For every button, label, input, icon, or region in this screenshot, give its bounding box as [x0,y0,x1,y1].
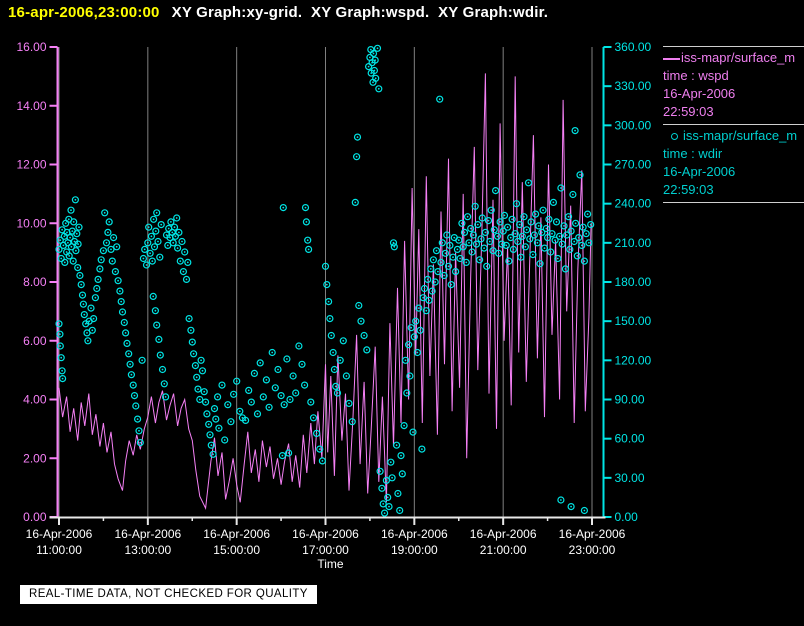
legend: iss-mapr/surface_m time : wspd 16-Apr-20… [663,46,804,203]
svg-text:12.00: 12.00 [16,158,46,172]
svg-text:300.00: 300.00 [615,118,652,132]
wdir-circle-marker-icon [671,133,678,141]
svg-text:0.00: 0.00 [23,510,47,524]
svg-text:13:00:00: 13:00:00 [124,543,171,557]
app-window: 16.00 14.00 12.00 10.00 8.00 6.00 4.00 2.00 0.00… [0,0,804,626]
svg-text:60.00: 60.00 [615,432,645,446]
legend-entry-wspd: iss-mapr/surface_m time : wspd 16-Apr-20… [663,47,804,125]
svg-text:16-Apr-2006: 16-Apr-2006 [292,527,359,541]
legend-wspd-time: 22:59:03 [663,104,714,119]
legend-wspd-date: 16-Apr-2006 [663,86,736,101]
svg-text:4.00: 4.00 [23,393,47,407]
svg-text:30.00: 30.00 [615,471,645,485]
svg-text:16-Apr-2006: 16-Apr-2006 [114,527,181,541]
svg-text:0.00: 0.00 [615,510,639,524]
legend-wdir-date: 16-Apr-2006 [663,164,736,179]
svg-text:120.00: 120.00 [615,353,652,367]
svg-text:Time: Time [317,557,344,571]
svg-text:19:00:00: 19:00:00 [391,543,438,557]
legend-wdir-source: iss-mapr/surface_m [683,128,798,143]
svg-text:180.00: 180.00 [615,275,652,289]
y-axis-right-wdir: 360.00 330.00 300.00 270.00 240.00 210.00 180.… [602,40,652,524]
legend-wspd-field: time : wspd [663,68,729,83]
svg-text:16-Apr-2006: 16-Apr-2006 [559,527,626,541]
svg-text:16-Apr-2006: 16-Apr-2006 [470,527,537,541]
svg-text:16-Apr-2006: 16-Apr-2006 [203,527,270,541]
svg-text:16-Apr-2006: 16-Apr-2006 [26,527,93,541]
svg-text:90.00: 90.00 [615,393,645,407]
title-timestamp: 16-apr-2006,23:00:00 [8,4,160,21]
wspd-line-marker-icon [663,57,680,60]
svg-text:16.00: 16.00 [16,40,46,54]
title-bar: 16-apr-2006,23:00:00 XY Graph:xy-grid. XY… [8,4,548,21]
svg-text:270.00: 270.00 [615,158,652,172]
svg-text:23:00:00: 23:00:00 [569,543,616,557]
svg-text:11:00:00: 11:00:00 [36,543,82,557]
svg-text:8.00: 8.00 [23,275,47,289]
svg-text:2.00: 2.00 [23,451,47,465]
svg-text:6.00: 6.00 [23,334,47,348]
svg-text:150.00: 150.00 [615,314,652,328]
svg-text:10.00: 10.00 [16,216,46,230]
svg-text:21:00:00: 21:00:00 [480,543,527,557]
quality-notice-text: REAL-TIME DATA, NOT CHECKED FOR QUALITY [29,588,308,600]
quality-notice: REAL-TIME DATA, NOT CHECKED FOR QUALITY [20,585,317,604]
svg-text:240.00: 240.00 [615,197,652,211]
svg-text:14.00: 14.00 [16,99,46,113]
svg-text:15:00:00: 15:00:00 [213,543,260,557]
title-graph-names: XY Graph:xy-grid. XY Graph:wspd. XY Grap… [171,4,549,21]
svg-text:17:00:00: 17:00:00 [302,543,349,557]
svg-text:16-Apr-2006: 16-Apr-2006 [381,527,448,541]
svg-text:360.00: 360.00 [615,40,652,54]
svg-text:210.00: 210.00 [615,236,652,250]
x-axis-time: 16-Apr-2006 11:00:00 16-Apr-2006 13:00:00 16… [26,516,626,571]
legend-wspd-source: iss-mapr/surface_m [681,50,796,65]
legend-wdir-field: time : wdir [663,146,723,161]
svg-text:330.00: 330.00 [615,79,652,93]
legend-wdir-time: 22:59:03 [663,182,714,197]
y-axis-left-wspd: 16.00 14.00 12.00 10.00 8.00 6.00 4.00 2.00 0.00 [16,40,59,524]
legend-entry-wdir: iss-mapr/surface_m time : wdir 16-Apr-20… [663,125,804,203]
